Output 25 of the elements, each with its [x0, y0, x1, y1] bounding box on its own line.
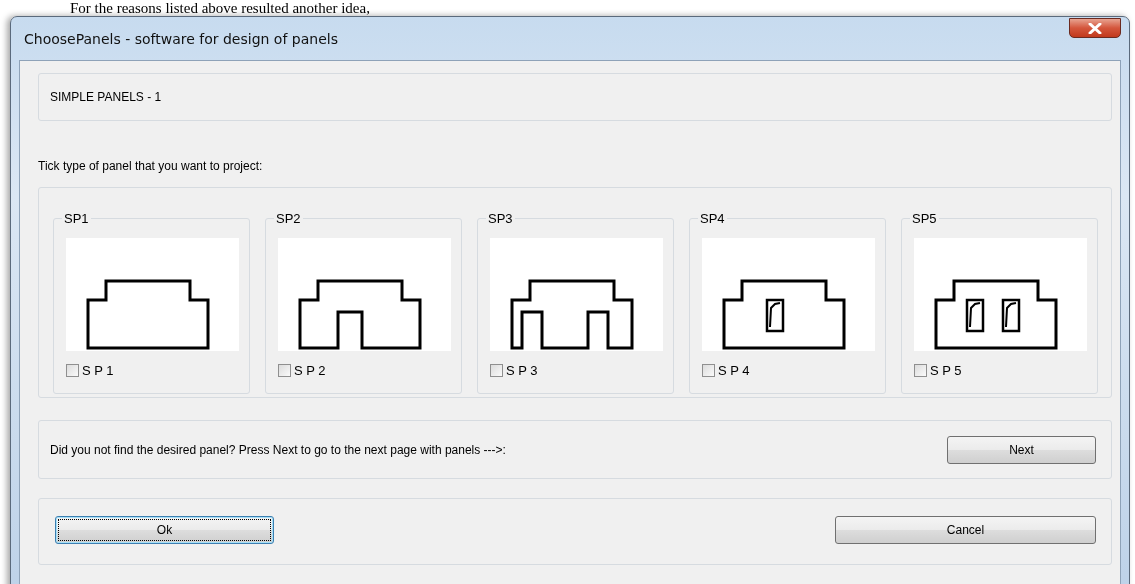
- panel-title: SP3: [486, 211, 515, 226]
- panel-title: SP5: [910, 211, 939, 226]
- window-title: ChoosePanels - software for design of panels: [23, 30, 338, 47]
- next-button[interactable]: Next: [947, 435, 1096, 464]
- panel-title: SP2: [274, 211, 303, 226]
- checkbox-label[interactable]: S P 1: [82, 363, 114, 378]
- panel-title: SP1: [62, 211, 91, 226]
- checkbox[interactable]: [278, 364, 291, 377]
- next-prompt: Did you not find the desired panel? Press Next to go to the next page with panels --->:: [50, 442, 506, 457]
- checkbox-label[interactable]: S P 4: [718, 363, 750, 378]
- ok-button[interactable]: Ok: [55, 515, 274, 544]
- checkbox-label[interactable]: S P 2: [294, 363, 326, 378]
- checkbox-label[interactable]: S P 5: [930, 363, 962, 378]
- close-icon: [1088, 22, 1102, 34]
- close-button[interactable]: [1069, 18, 1121, 38]
- instruction-text: Tick type of panel that you want to project:: [38, 159, 263, 173]
- checkbox[interactable]: [702, 364, 715, 377]
- checkbox[interactable]: [914, 364, 927, 377]
- cancel-button[interactable]: Cancel: [835, 515, 1096, 544]
- checkbox-label[interactable]: S P 3: [506, 363, 538, 378]
- header-label: SIMPLE PANELS - 1: [50, 90, 162, 104]
- panel-title: SP4: [698, 211, 727, 226]
- document-text: For the reasons listed above resulted another idea,: [70, 0, 370, 16]
- checkbox[interactable]: [490, 364, 503, 377]
- checkbox[interactable]: [66, 364, 79, 377]
